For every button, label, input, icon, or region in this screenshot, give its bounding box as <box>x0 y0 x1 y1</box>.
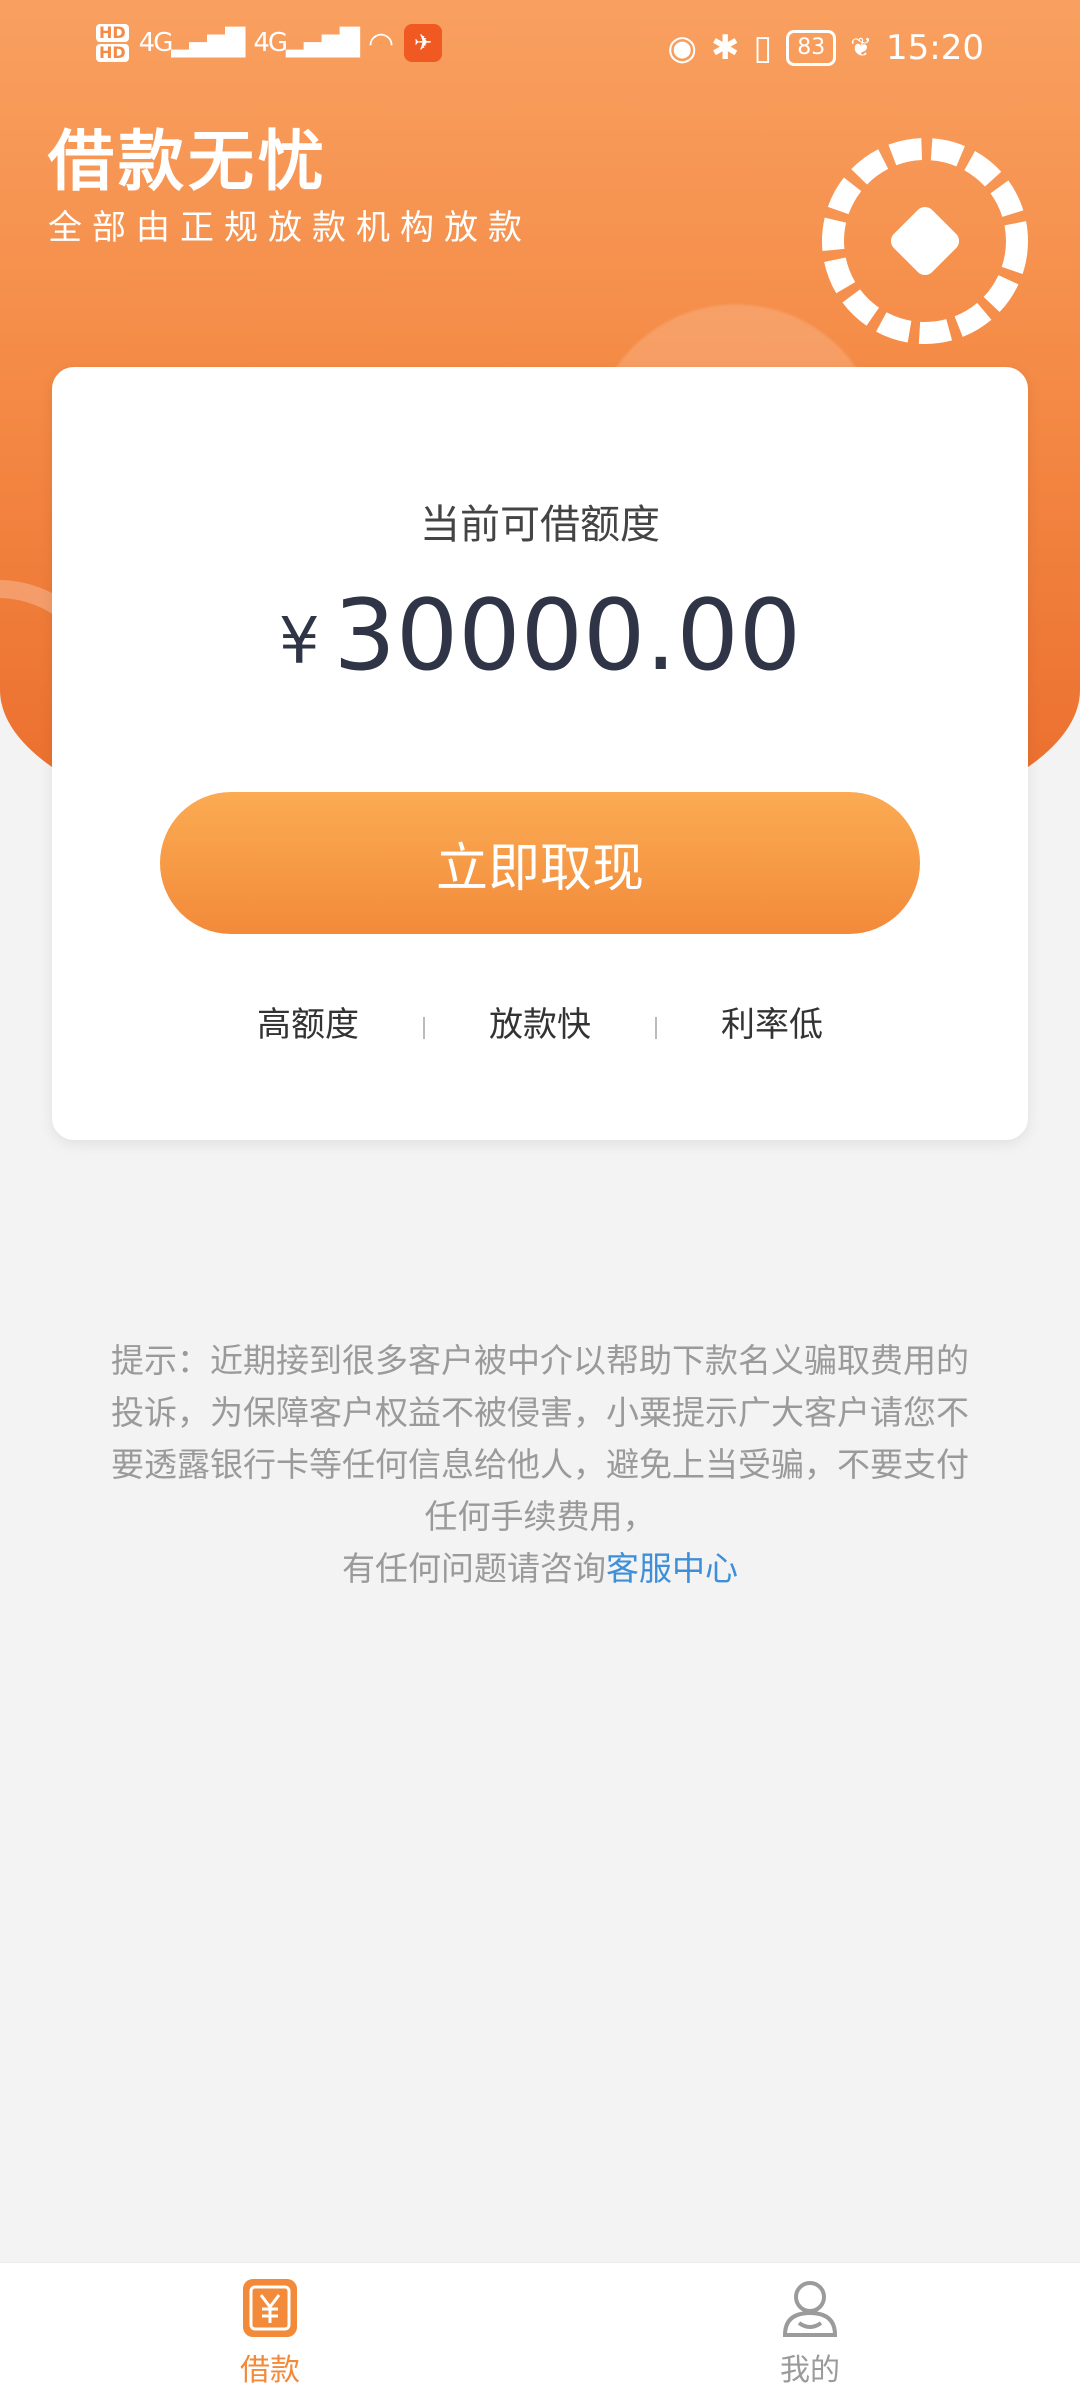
tab-me[interactable]: 我的 <box>710 2277 910 2389</box>
withdraw-now-button[interactable]: 立即取现 <box>160 792 920 934</box>
contact-prefix: 有任何问题请咨询 <box>342 1549 606 1588</box>
notice-text: 提示：近期接到很多客户被中介以帮助下款名义骗取费用的投诉，为保障客户权益不被侵害… <box>111 1341 969 1536</box>
currency-symbol: ¥ <box>278 605 320 679</box>
bluetooth-icon: ✱ <box>711 28 740 68</box>
sim1-badge: HD <box>96 24 129 42</box>
page-subtitle: 全部由正规放款机构放款 <box>48 208 532 248</box>
yuan-icon <box>243 2279 297 2337</box>
tab-me-label: 我的 <box>780 2353 840 2388</box>
feature-fast-payout: 放款快 <box>489 1005 591 1045</box>
customer-service-link[interactable]: 客服中心 <box>606 1549 738 1588</box>
sim2-badge: HD <box>96 44 129 62</box>
page-title: 借款无忧 <box>48 123 328 200</box>
coin-emblem-icon <box>822 138 1028 344</box>
signal2-icon: 4G▂▄▆█ <box>253 28 360 58</box>
feature-list: 高额度 放款快 利率低 <box>52 997 1028 1046</box>
sim-badges: HD HD <box>96 22 129 64</box>
feature-high-limit: 高额度 <box>257 1005 359 1045</box>
bottom-tab-bar: 借款 我的 <box>0 2262 1080 2401</box>
credit-limit-label: 当前可借额度 <box>420 502 660 548</box>
battery-icon: 83 <box>786 30 837 66</box>
notice-contact: 有任何问题请咨询客服中心 <box>108 1543 972 1595</box>
clock-time: 15:20 <box>886 28 984 68</box>
eye-icon: ◉ <box>667 28 697 68</box>
leaf-icon: ❦ <box>850 33 873 63</box>
vibrate-icon: ▯ <box>753 28 773 68</box>
signal1-icon: 4G▂▄▆█ <box>138 28 246 58</box>
status-bar: HD HD 4G▂▄▆█ 4G▂▄▆█ ◠ ✈ ◉ ✱ ▯ 83 ❦ 15:20 <box>0 0 1080 110</box>
feature-low-rate: 利率低 <box>721 1005 823 1045</box>
app-notification-icon: ✈ <box>404 24 443 62</box>
credit-card: 当前可借额度 ¥30000.00 立即取现 高额度 放款快 利率低 <box>52 367 1028 1140</box>
credit-amount: ¥30000.00 <box>52 587 1028 685</box>
credit-amount-value: 30000.00 <box>333 579 802 693</box>
user-icon <box>782 2281 838 2337</box>
fraud-notice: 提示：近期接到很多客户被中介以帮助下款名义骗取费用的投诉，为保障客户权益不被侵害… <box>108 1335 972 1595</box>
tab-loan[interactable]: 借款 <box>170 2277 370 2389</box>
divider <box>655 1016 657 1039</box>
tab-loan-label: 借款 <box>240 2353 300 2388</box>
wifi-icon: ◠ <box>368 25 395 61</box>
divider <box>423 1016 425 1039</box>
